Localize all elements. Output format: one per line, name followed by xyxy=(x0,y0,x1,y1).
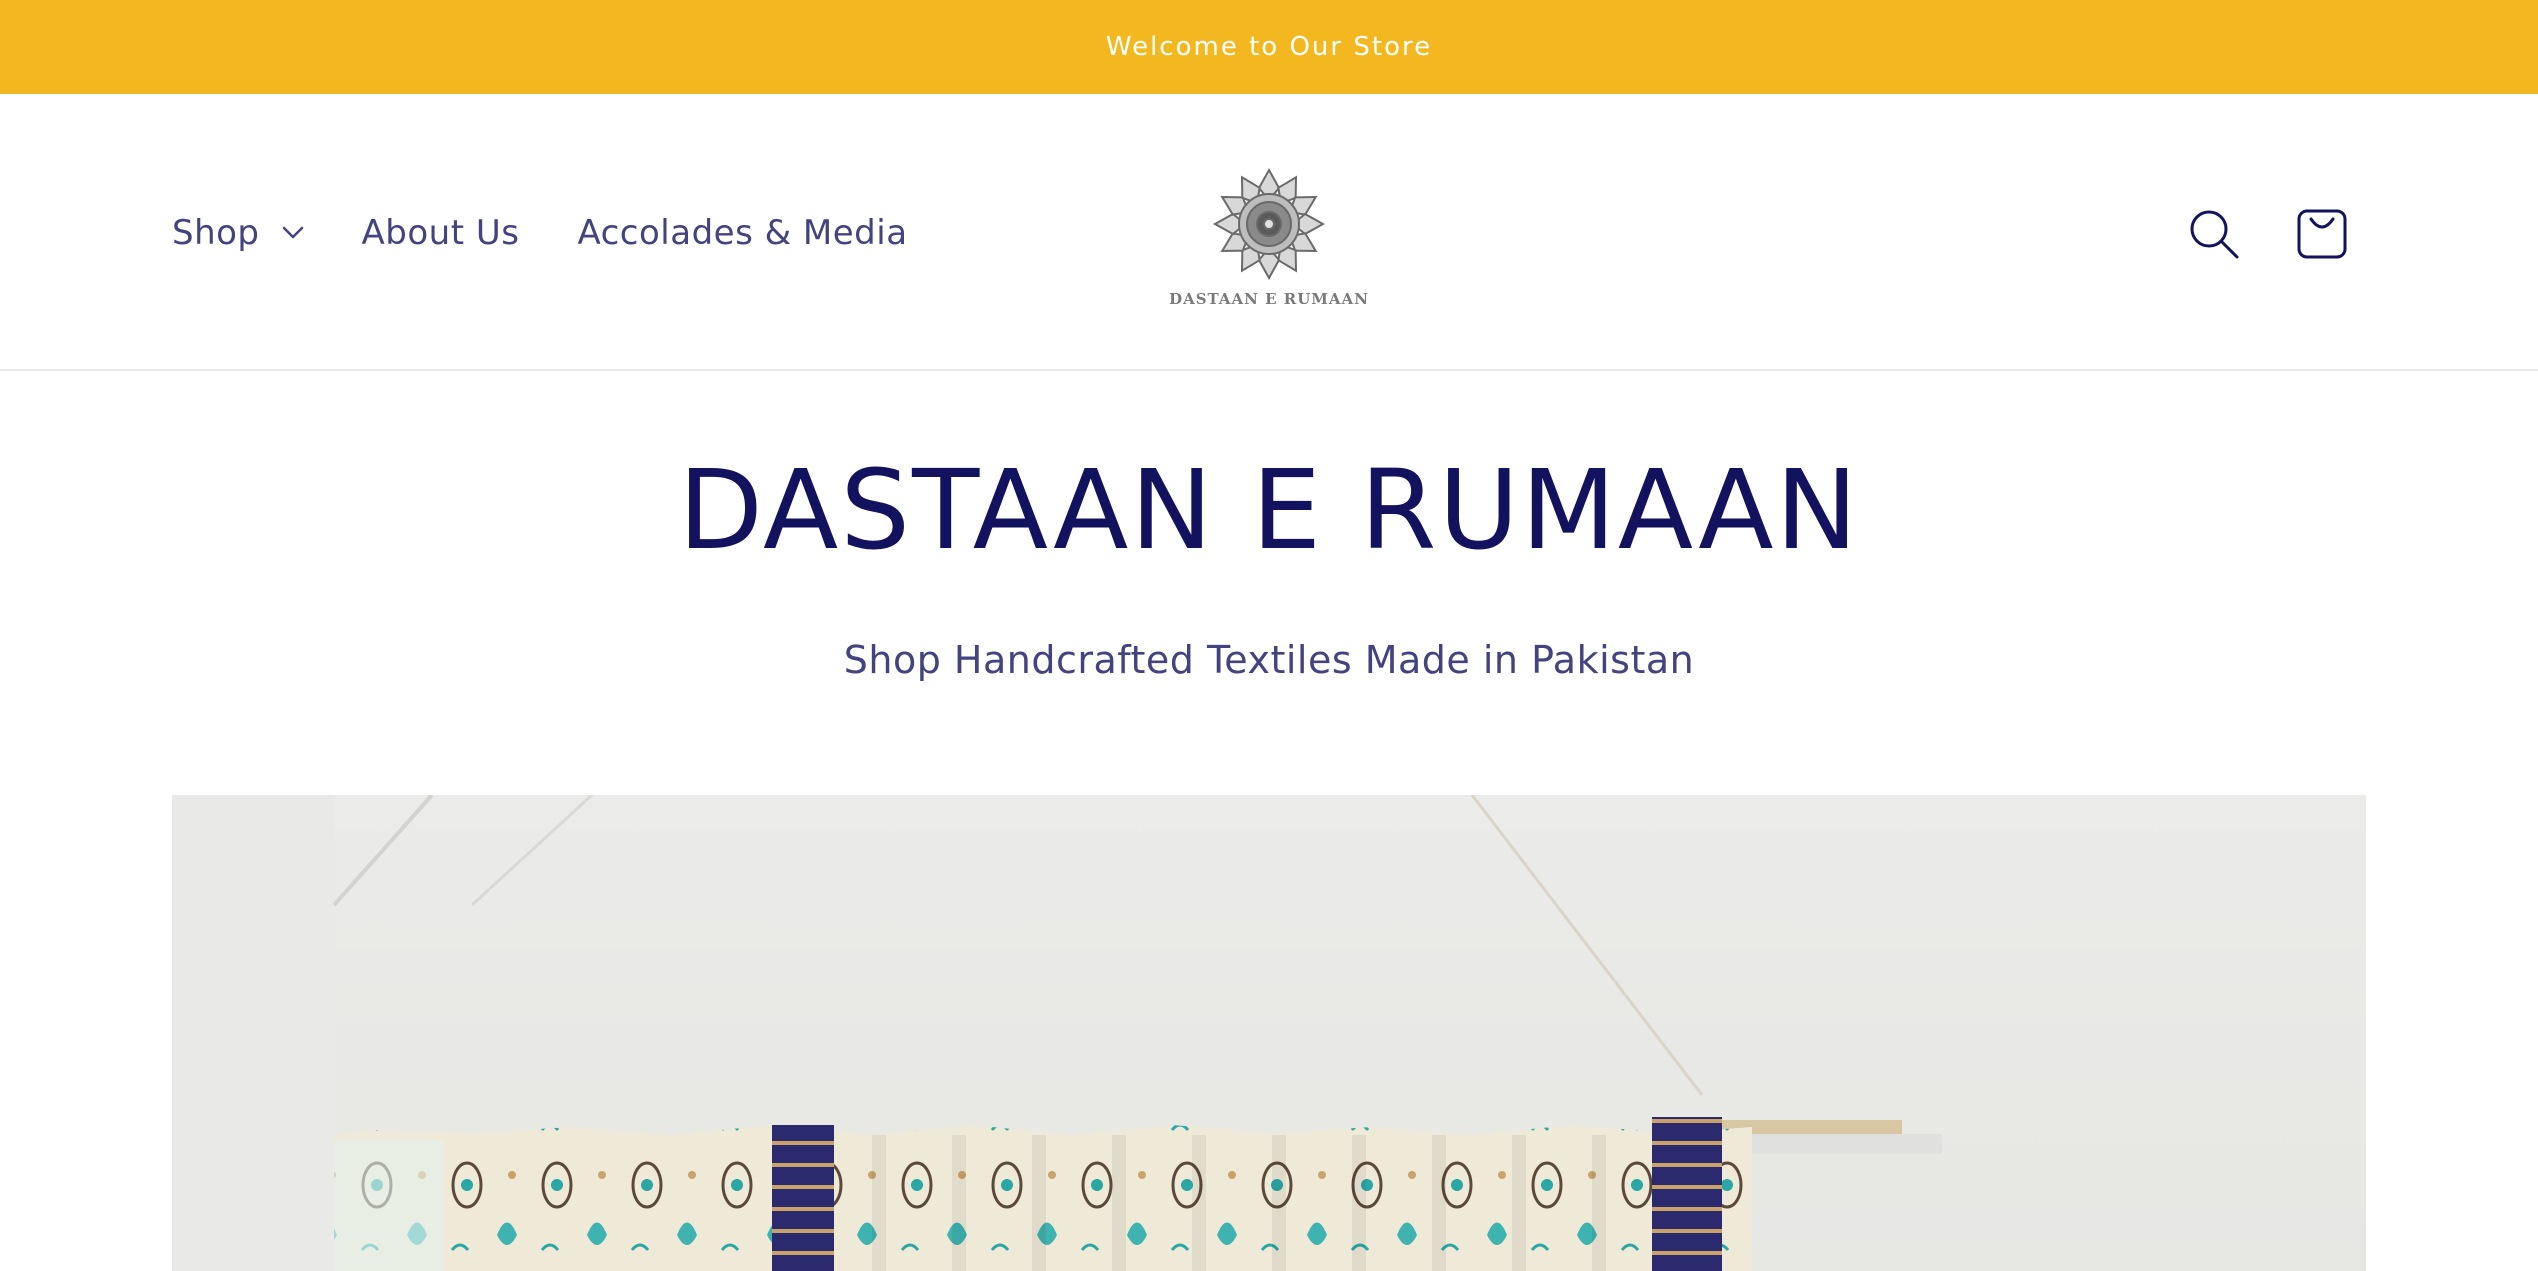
announcement-bar: Welcome to Our Store xyxy=(0,0,2538,94)
nav-item-label: Accolades & Media xyxy=(577,212,908,253)
nav-item-shop[interactable]: Shop xyxy=(172,213,304,253)
nav-item-label: Shop xyxy=(172,212,260,253)
site-header: Shop About Us Accolades & Media DASTAAN … xyxy=(0,94,2538,371)
hanging-textile-image xyxy=(172,795,2366,1271)
search-icon xyxy=(2190,210,2239,259)
nav-item-about-us[interactable]: About Us xyxy=(362,213,520,253)
nav-item-accolades-media[interactable]: Accolades & Media xyxy=(577,213,907,253)
hero-subtitle: Shop Handcrafted Textiles Made in Pakist… xyxy=(843,638,1695,682)
logo-emblem-icon xyxy=(1212,167,1326,281)
main-nav: Shop About Us Accolades & Media xyxy=(172,94,966,371)
cart-button[interactable] xyxy=(2292,204,2352,264)
search-button[interactable] xyxy=(2184,204,2244,264)
hero-image xyxy=(172,795,2366,1271)
logo-text: DASTAAN E RUMAAN xyxy=(1169,290,1369,308)
hero-title: DASTAAN E RUMAAN xyxy=(678,446,1860,574)
chevron-down-icon[interactable] xyxy=(282,226,304,240)
announcement-text: Welcome to Our Store xyxy=(1105,32,1433,62)
nav-item-label: About Us xyxy=(361,212,520,253)
cart-icon xyxy=(2297,209,2347,259)
site-logo[interactable]: DASTAAN E RUMAAN xyxy=(1169,164,1369,309)
